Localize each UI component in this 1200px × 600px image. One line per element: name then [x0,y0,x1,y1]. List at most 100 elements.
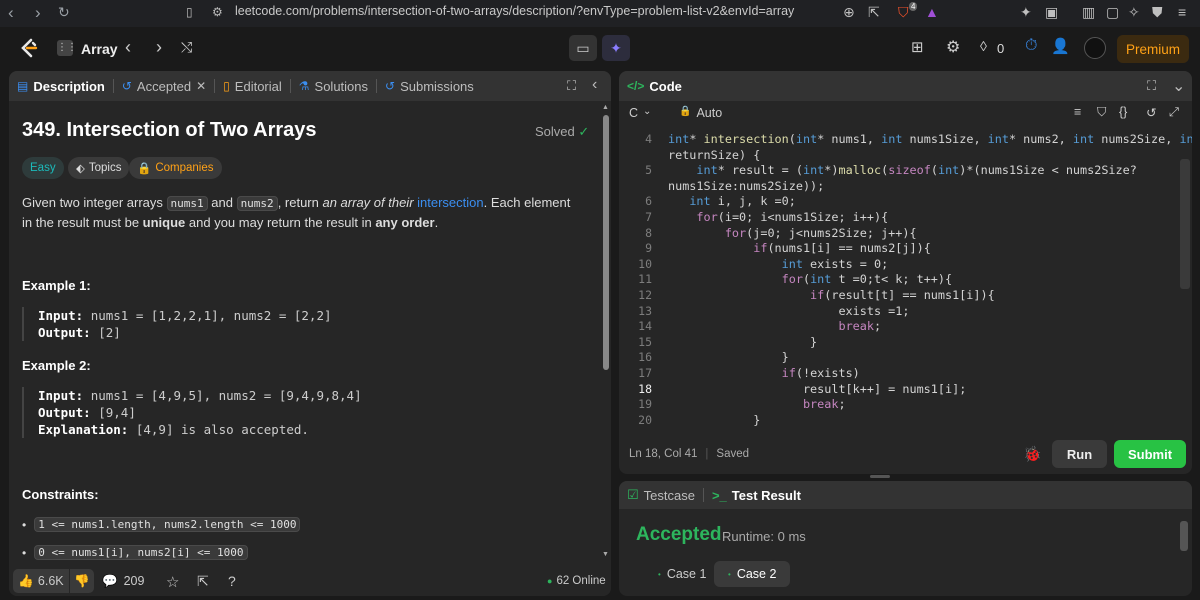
code-line: } [668,412,761,427]
streak-icon[interactable]: ◊ [980,38,987,54]
shuffle-icon[interactable]: ⤭ [181,39,192,56]
case-1-tab[interactable]: • Case 1 [644,561,720,587]
scroll-up-icon[interactable]: ▲ [602,104,609,111]
editor-status: Ln 18, Col 41 | Saved [629,448,749,460]
streak-count: 0 [997,41,1005,56]
layout-icon[interactable]: ⊞ [911,38,924,56]
share-icon[interactable]: ⇱ [868,4,880,21]
brave-shield-icon[interactable]: ⛉ [898,4,909,21]
topics-button[interactable]: ⬖ Topics [68,157,130,179]
back-icon[interactable]: ‹ [8,3,14,23]
case-2-tab[interactable]: • Case 2 [714,561,791,587]
format-icon[interactable]: ≡ [1074,105,1081,119]
star-icon[interactable]: ☆ [166,573,179,591]
tab-editorial[interactable]: ▯ Editorial [215,71,290,101]
tab-testcase-label: Testcase [643,487,695,503]
code-line: if(result[t] == nums1[i]){ [810,288,995,302]
avatar[interactable] [1084,37,1106,59]
comments-button[interactable]: 💬 209 [102,574,144,589]
address-bar[interactable]: leetcode.com/problems/intersection-of-tw… [235,4,794,18]
output-value: [2] [98,325,121,340]
submit-button[interactable]: Submit [1114,440,1186,468]
lock-icon: 🔒 [679,106,692,117]
constraint-text: 0 <= nums1[i], nums2[i] <= 1000 [34,545,248,560]
reset-icon[interactable]: ↺ [1146,105,1156,120]
debug-icon[interactable]: 🐞 [1023,445,1042,463]
collapse-icon[interactable]: ‹ [592,76,597,94]
ai-assist-icon[interactable]: ✦ [602,35,630,61]
comment-icon: 💬 [102,574,118,588]
vpn-icon[interactable]: ⛊ [1152,4,1163,21]
bookmark-icon[interactable]: ⛉ [1097,105,1106,120]
run-button[interactable]: Run [1052,440,1107,468]
prev-problem-icon[interactable]: ‹ [125,37,131,58]
code-editor[interactable]: 4 int* intersection(int* nums1, int nums1… [619,128,1192,430]
code-line: for(j=0; j<nums2Size; j++){ [724,225,917,240]
code-line: break; [838,319,882,334]
forward-icon[interactable]: › [35,3,41,23]
share-icon[interactable]: ⇱ [197,573,209,590]
notes-icon[interactable]: ▭ [569,35,597,61]
timer-icon[interactable]: ⏱ [1025,37,1037,55]
panel-resize-handle[interactable] [870,475,890,478]
dislike-button[interactable]: 👎 [70,569,94,593]
line-number: 18 [638,381,652,396]
line-number: 10 [638,256,652,271]
code-line: nums1Size:nums2Size)); [668,178,825,193]
code-toolbar: C ⌄ 🔒 Auto ≡ ⛉ {} ↺ ⤢ [619,101,1192,127]
site-settings-icon[interactable]: ⚙ [212,5,223,19]
tab-submissions-label: Submissions [400,78,474,94]
tab-accepted[interactable]: ↺ Accepted ✕ [114,71,214,101]
leetcode-logo-icon[interactable] [18,37,40,59]
tab-code[interactable]: </> Code [619,71,690,101]
bullet-icon: • [22,517,27,532]
tab-icon[interactable]: ▢ [1106,4,1119,21]
next-problem-icon[interactable]: › [156,37,162,58]
sidebar-icon[interactable]: ▥ [1082,4,1095,21]
tab-solutions[interactable]: ⚗ Solutions [291,71,376,101]
editor-scrollbar[interactable] [1180,159,1190,289]
description-scrollbar[interactable]: ▲ ▼ [602,101,610,566]
zoom-icon[interactable]: ⊕ [843,4,855,21]
tab-test-result[interactable]: >_ Test Result [704,481,809,510]
premium-button[interactable]: Premium [1117,35,1189,63]
example1-block: Input: nums1 = [1,2,2,1], nums2 = [2,2] … [22,307,332,341]
tab-testcase[interactable]: ☑ Testcase [619,481,703,510]
result-scrollbar[interactable] [1180,521,1188,551]
wallet-icon[interactable]: ▣ [1045,4,1058,21]
braces-icon[interactable]: {} [1119,105,1127,119]
code-tabbar: </> Code ⛶ ⌄ [619,71,1192,101]
menu-icon[interactable]: ≡ [1178,4,1186,20]
settings-icon[interactable]: ⚙ [946,37,960,57]
bookmark-icon[interactable]: ▯ [186,5,193,19]
language-select[interactable]: C ⌄ [629,106,651,120]
mode-indicator[interactable]: 🔒 Auto [679,106,722,120]
leetcode-header: ⋮⋮ Array ‹ › ⤭ ▭ ✦ ⊞ ⚙ ◊ 0 ⏱ 👤 Premium [0,27,1200,71]
tab-description[interactable]: ▤ Description [9,71,113,101]
problem-list-title[interactable]: Array [81,41,118,57]
leo-ai-icon[interactable]: ✧ [1128,4,1140,21]
rewards-icon[interactable]: ▲ [925,4,939,20]
expand-icon[interactable]: ⤢ [1169,105,1179,120]
line-number: 20 [638,412,652,427]
problem-list-icon[interactable]: ⋮⋮ [57,40,77,56]
add-friend-icon[interactable]: 👤 [1051,37,1070,55]
collapse-icon[interactable]: ⌄ [1172,76,1185,96]
code-line: for(i=0; i<nums1Size; i++){ [696,210,889,224]
intersection-link[interactable]: intersection [417,195,483,210]
extensions-icon[interactable]: ✦ [1020,4,1032,21]
scroll-thumb[interactable] [603,115,609,370]
tab-submissions[interactable]: ↺ Submissions [377,71,482,101]
line-number: 8 [645,225,652,240]
maximize-icon[interactable]: ⛶ [567,78,576,94]
reload-icon[interactable]: ↻ [58,4,70,21]
maximize-icon[interactable]: ⛶ [1147,78,1156,94]
help-icon[interactable]: ? [228,573,236,589]
like-button[interactable]: 👍 6.6K [13,569,69,593]
scroll-down-icon[interactable]: ▼ [602,551,609,558]
close-icon[interactable]: ✕ [196,79,206,93]
code-line: } [668,350,789,365]
solved-label: Solved [535,124,575,139]
line-number: 14 [638,319,652,334]
companies-button[interactable]: 🔒 Companies [129,157,222,179]
